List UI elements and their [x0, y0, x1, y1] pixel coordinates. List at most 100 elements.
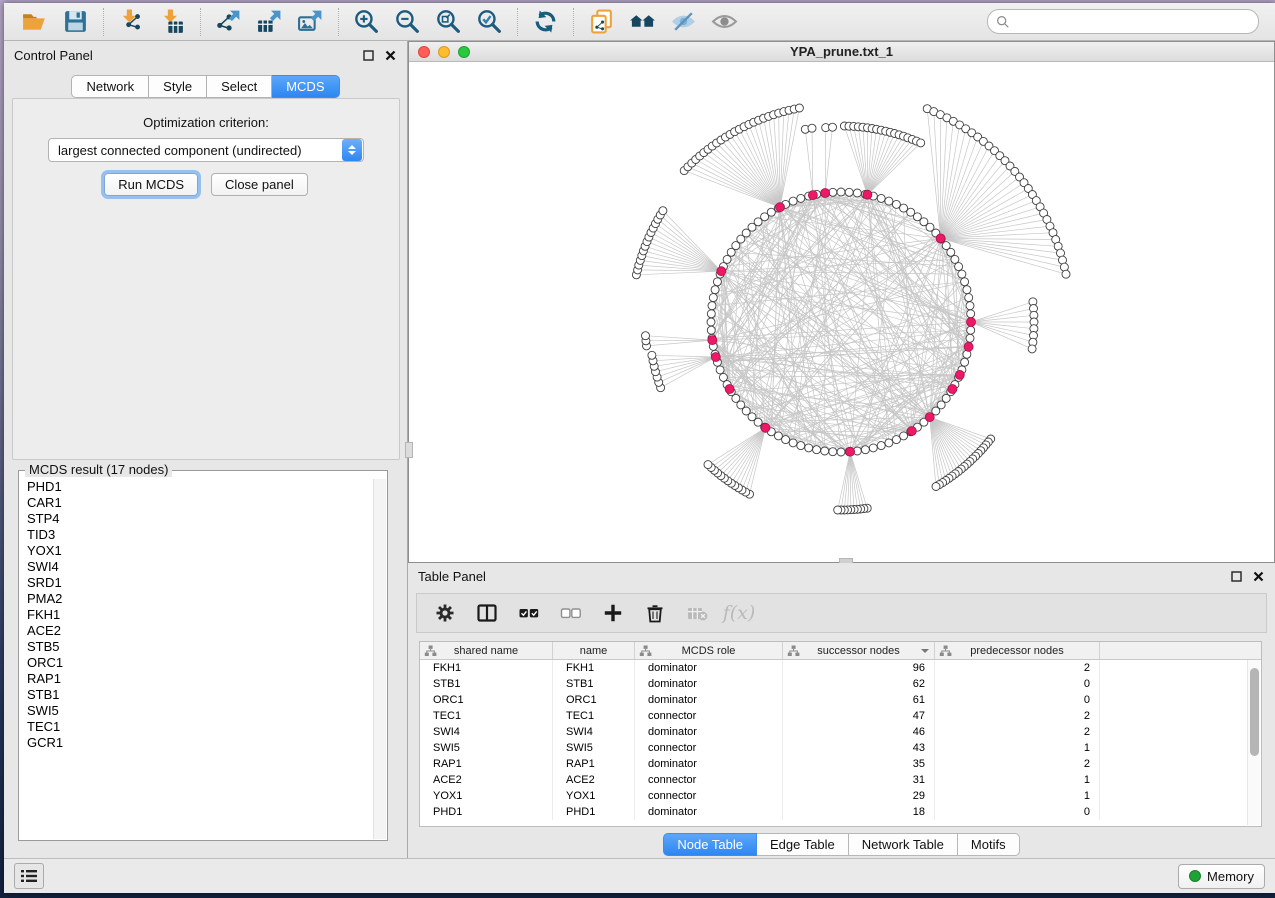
refresh-button[interactable]: [525, 6, 566, 38]
graph-node-highlight[interactable]: [708, 336, 717, 345]
tab-motifs[interactable]: Motifs: [958, 833, 1020, 856]
table-row[interactable]: ORC1ORC1dominator610: [420, 692, 1261, 708]
search-field[interactable]: [987, 9, 1259, 34]
table-cell: ORC1: [553, 692, 635, 708]
column-header-shared-name[interactable]: shared name: [420, 642, 553, 659]
table-row[interactable]: ACE2ACE2connector311: [420, 772, 1261, 788]
tab-network-table[interactable]: Network Table: [849, 833, 958, 856]
export-table-button[interactable]: [249, 6, 290, 38]
mcds-result-item[interactable]: SRD1: [20, 575, 372, 591]
tab-network[interactable]: Network: [71, 75, 149, 98]
run-mcds-button[interactable]: Run MCDS: [104, 173, 198, 196]
mcds-result-item[interactable]: RAP1: [20, 671, 372, 687]
memory-button[interactable]: Memory: [1178, 864, 1265, 889]
table-row[interactable]: YOX1YOX1connector291: [420, 788, 1261, 804]
graph-node-highlight[interactable]: [846, 447, 855, 456]
close-table-panel-button[interactable]: [1252, 570, 1265, 583]
table-row[interactable]: PHD1PHD1dominator180: [420, 804, 1261, 820]
graph-node-highlight[interactable]: [925, 413, 934, 422]
graph-node-highlight[interactable]: [808, 191, 817, 200]
export-image-button[interactable]: [290, 6, 331, 38]
column-header-MCDS-role[interactable]: MCDS role: [635, 642, 783, 659]
graph-node-highlight[interactable]: [711, 353, 720, 362]
mcds-result-item[interactable]: STP4: [20, 511, 372, 527]
graph-node-highlight[interactable]: [948, 385, 957, 394]
column-header-name[interactable]: name: [553, 642, 635, 659]
mcds-result-item[interactable]: PHD1: [20, 479, 372, 495]
table-mode-icon: [434, 602, 456, 624]
table-mode-button[interactable]: [427, 597, 463, 629]
tab-edge-table[interactable]: Edge Table: [757, 833, 849, 856]
table-row[interactable]: SWI4SWI4dominator462: [420, 724, 1261, 740]
graph-node-highlight[interactable]: [863, 190, 872, 199]
search-input[interactable]: [1015, 12, 1250, 32]
select-all-button[interactable]: [511, 597, 547, 629]
zoom-fit-button[interactable]: [428, 6, 469, 38]
mcds-result-item[interactable]: TID3: [20, 527, 372, 543]
mcds-list-scrollbar[interactable]: [373, 479, 386, 839]
table-scrollbar[interactable]: [1247, 660, 1260, 825]
close-panel-button[interactable]: [384, 49, 397, 62]
mcds-result-item[interactable]: FKH1: [20, 607, 372, 623]
mcds-result-item[interactable]: PMA2: [20, 591, 372, 607]
create-column-button[interactable]: [595, 597, 631, 629]
memory-status-icon: [1189, 870, 1201, 882]
mcds-result-item[interactable]: YOX1: [20, 543, 372, 559]
table-row[interactable]: TEC1TEC1connector472: [420, 708, 1261, 724]
mcds-result-item[interactable]: TEC1: [20, 719, 372, 735]
table-row[interactable]: FKH1FKH1dominator962: [420, 660, 1261, 676]
float-panel-button[interactable]: [362, 49, 375, 62]
mcds-result-item[interactable]: ORC1: [20, 655, 372, 671]
graph-node-highlight[interactable]: [776, 203, 785, 212]
hide-selected-button[interactable]: [663, 6, 704, 38]
graph-node-highlight[interactable]: [964, 342, 973, 351]
show-all-button[interactable]: [704, 6, 745, 38]
column-header-successor-nodes[interactable]: successor nodes: [783, 642, 935, 659]
tab-node-table[interactable]: Node Table: [663, 833, 757, 856]
graph-node-highlight[interactable]: [725, 385, 734, 394]
tab-mcds[interactable]: MCDS: [272, 75, 339, 98]
graph-node-highlight[interactable]: [821, 189, 830, 198]
graph-node-highlight[interactable]: [955, 370, 964, 379]
delete-column-button[interactable]: [637, 597, 673, 629]
float-table-panel-button[interactable]: [1230, 570, 1243, 583]
mcds-result-item[interactable]: SWI4: [20, 559, 372, 575]
new-network-from-selection-button[interactable]: [581, 6, 622, 38]
save-session-button[interactable]: [55, 6, 96, 38]
graph-node-highlight[interactable]: [967, 318, 976, 327]
column-header-predecessor-nodes[interactable]: predecessor nodes: [935, 642, 1100, 659]
graph-node-highlight[interactable]: [907, 427, 916, 436]
splitter-handle-vertical[interactable]: [405, 442, 413, 458]
mcds-result-item[interactable]: GCR1: [20, 735, 372, 751]
zoom-fit-icon: [435, 8, 462, 35]
graph-node-highlight[interactable]: [717, 267, 726, 276]
open-file-button[interactable]: [14, 6, 55, 38]
show-columns-button[interactable]: [469, 597, 505, 629]
task-history-button[interactable]: [14, 863, 44, 889]
mcds-result-item[interactable]: STB1: [20, 687, 372, 703]
import-network-button[interactable]: [111, 6, 152, 38]
deselect-all-button[interactable]: [553, 597, 589, 629]
mcds-result-item[interactable]: CAR1: [20, 495, 372, 511]
mcds-result-item[interactable]: ACE2: [20, 623, 372, 639]
zoom-in-button[interactable]: [346, 6, 387, 38]
table-row[interactable]: SWI5SWI5connector431: [420, 740, 1261, 756]
optimization-criterion-select[interactable]: largest connected component (undirected): [48, 138, 364, 162]
graph-node-highlight[interactable]: [761, 423, 770, 432]
tab-style[interactable]: Style: [149, 75, 207, 98]
mcds-result-item[interactable]: STB5: [20, 639, 372, 655]
close-panel-button-mcds[interactable]: Close panel: [211, 173, 308, 196]
zoom-selected-button[interactable]: [469, 6, 510, 38]
graph-node-highlight[interactable]: [936, 234, 945, 243]
table-row[interactable]: STB1STB1dominator620: [420, 676, 1261, 692]
network-canvas[interactable]: [409, 63, 1274, 562]
zoom-out-button[interactable]: [387, 6, 428, 38]
network-window-titlebar[interactable]: YPA_prune.txt_1: [409, 42, 1274, 62]
first-neighbors-button[interactable]: [622, 6, 663, 38]
mcds-result-item[interactable]: SWI5: [20, 703, 372, 719]
table-row[interactable]: RAP1RAP1dominator352: [420, 756, 1261, 772]
tab-select[interactable]: Select: [207, 75, 272, 98]
export-network-button[interactable]: [208, 6, 249, 38]
table-scrollbar-thumb[interactable]: [1250, 668, 1259, 756]
import-table-button[interactable]: [152, 6, 193, 38]
